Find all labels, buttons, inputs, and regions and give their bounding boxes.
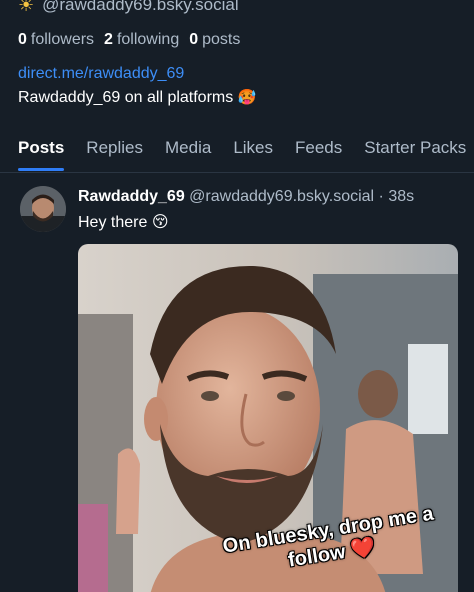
avatar-image (20, 186, 66, 232)
following-label: following (116, 31, 180, 48)
tab-posts[interactable]: Posts (0, 128, 75, 171)
followers-stat[interactable]: 0 followers (18, 31, 94, 49)
profile-link[interactable]: direct.me/rawdaddy_69 (18, 65, 184, 83)
profile-bio: Rawdaddy_69 on all platforms 🥵 (18, 88, 256, 107)
posts-label: posts (202, 31, 241, 48)
avatar[interactable] (20, 186, 66, 232)
tab-starter-packs[interactable]: Starter Packs (353, 128, 474, 162)
following-stat[interactable]: 2 following (104, 31, 179, 49)
tab-media[interactable]: Media (154, 128, 222, 162)
post-timestamp[interactable]: 38s (388, 188, 414, 205)
post-header: Rawdaddy_69 @rawdaddy69.bsky.social · 38… (78, 188, 414, 206)
tab-feeds[interactable]: Feeds (284, 128, 353, 162)
tab-replies[interactable]: Replies (75, 128, 154, 162)
posts-stat: 0 posts (189, 31, 240, 49)
sun-icon: ☀ (18, 0, 35, 15)
profile-tabs: Posts Replies Media Likes Feeds Starter … (0, 128, 474, 173)
profile-stats: 0 followers 2 following 0 posts (18, 31, 240, 49)
kissing-face-emoji: 😚 (151, 214, 169, 231)
profile-page: ☀ @rawdaddy69.bsky.social 0 followers 2 fo… (0, 0, 474, 592)
heart-emoji: ❤️ (349, 536, 378, 562)
profile-handle-row: ☀ @rawdaddy69.bsky.social (18, 0, 239, 15)
hot-face-emoji: 🥵 (237, 89, 257, 106)
following-count: 2 (104, 31, 113, 48)
post-text-body: Hey there (78, 214, 148, 231)
followers-count: 0 (18, 31, 27, 48)
followers-label: followers (30, 31, 95, 48)
bio-text: Rawdaddy_69 on all platforms (18, 89, 234, 106)
meta-separator: · (378, 188, 384, 205)
profile-handle: @rawdaddy69.bsky.social (42, 0, 239, 14)
post-author-handle[interactable]: @rawdaddy69.bsky.social (189, 188, 374, 205)
posts-count: 0 (189, 31, 199, 48)
post-author-name[interactable]: Rawdaddy_69 (78, 188, 185, 205)
post-text: Hey there 😚 (78, 212, 169, 232)
tab-likes[interactable]: Likes (222, 128, 284, 162)
